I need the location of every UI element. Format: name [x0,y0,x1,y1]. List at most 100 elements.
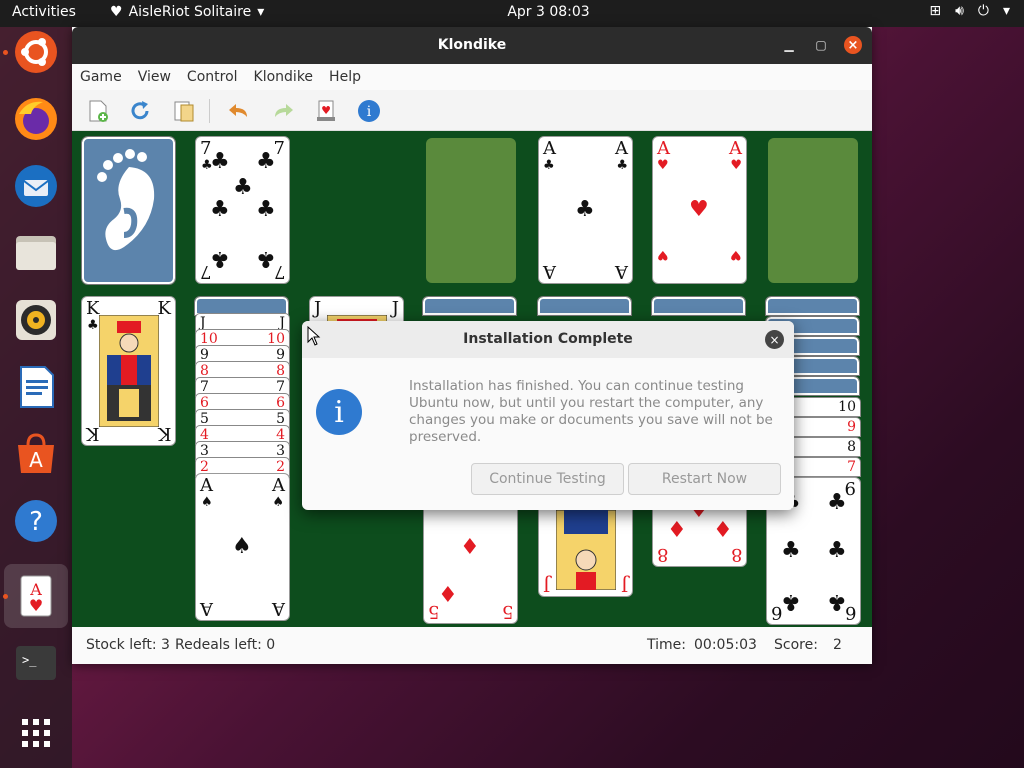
top-bar: Activities ♥ AisleRiot Solitaire ▾ Apr 3… [0,0,1024,27]
card-rank: A [543,138,556,159]
app-store-icon[interactable]: A [11,429,61,479]
card-rank: K [157,298,171,319]
svg-text:♥: ♥ [29,596,43,615]
card-rank: A [272,598,285,619]
king-face-icon [99,315,159,427]
face-down-card [765,296,860,316]
chevron-down-icon: ▾ [1002,3,1010,19]
score-label: Score: [774,637,818,653]
tableau-pile[interactable]: A A ♠ ♠ ♠ A A [195,473,290,621]
dialog-title: Installation Complete [302,321,794,358]
club-icon: ♣ [827,589,847,614]
mouse-cursor-icon [307,326,321,346]
heart-icon: ♥ [730,247,742,262]
redo-icon[interactable] [269,97,297,125]
club-icon: ♣ [233,175,253,200]
spade-icon: ♠ [272,495,284,510]
select-game-icon[interactable] [170,97,198,125]
ubuntu-software-icon[interactable] [11,27,61,77]
show-apps-icon[interactable] [11,708,61,758]
tableau-pile[interactable]: K K ♣ K K [81,296,176,446]
restart-now-button[interactable]: Restart Now [628,463,781,495]
minimize-button[interactable]: ▁ [780,36,798,54]
volume-icon: 🔊︎ [955,3,964,19]
card-rank: K [86,423,100,444]
thunderbird-icon[interactable] [11,161,61,211]
installation-complete-dialog: Installation Complete × i Installation h… [302,321,794,510]
title-bar[interactable]: Klondike ▁ ▢ × [72,27,872,64]
menu-help[interactable]: Help [321,64,369,90]
card-rank: K [157,423,171,444]
spade-icon: ♠ [201,495,213,510]
maximize-button[interactable]: ▢ [812,36,830,54]
svg-text:?: ? [29,507,43,537]
card-rank: 8 [847,439,856,455]
aisleriot-icon[interactable]: A ♥ [11,571,61,621]
card-rank: 8 [657,544,669,565]
power-icon: ⏻ [977,3,989,19]
card-rank: A [200,598,213,619]
running-indicator [3,594,8,599]
info-icon[interactable]: i [355,97,383,125]
clock[interactable]: Apr 3 08:03 [0,4,1024,20]
hint-icon[interactable]: ♥ [312,97,340,125]
club-icon: ♣ [827,538,847,563]
club-icon: ♣ [781,538,801,563]
card-rank: A [615,138,628,159]
info-icon: i [316,389,362,435]
diamond-icon: ♦ [667,518,687,543]
terminal-icon[interactable]: >_ [11,638,61,688]
toolbar: ♥ i [72,90,872,131]
foundation-pile[interactable]: A A ♥ ♥ ♥ ♥ ♥ [652,136,747,284]
writer-icon[interactable] [11,362,61,412]
card-rank: A [729,138,742,159]
card-rank: A [543,261,556,282]
card-rank: 5 [501,601,513,622]
heart-icon: ♥ [657,158,669,173]
svg-text:♥: ♥ [321,104,331,117]
card-rank: 5 [428,601,440,622]
menu-view[interactable]: View [130,64,179,90]
continue-testing-button[interactable]: Continue Testing [471,463,624,495]
card-rank: A [272,475,285,496]
foundation-pile[interactable]: A A ♣ ♣ ♣ A A [538,136,633,284]
toolbar-separator [209,99,210,123]
stock-left-label: Stock left: 3 [86,637,170,653]
heart-icon: ♥ [689,197,709,222]
window-title: Klondike [437,37,507,53]
foundation-slot[interactable] [426,138,516,283]
card-rank: J [543,574,551,595]
help-icon[interactable]: ? [11,496,61,546]
menu-game[interactable]: Game [72,64,130,90]
spade-icon: ♠ [232,534,252,559]
card-rank: 7 [200,261,212,282]
card-rank: J [620,574,628,595]
card-rank: J [314,298,322,319]
menu-klondike[interactable]: Klondike [246,64,322,90]
firefox-icon[interactable] [11,94,61,144]
time-label: Time: [647,637,686,653]
svg-text:A: A [29,448,43,472]
svg-text:i: i [367,104,372,120]
card-rank: 6 [771,602,783,623]
jack-face-icon [556,510,616,590]
face-down-card [651,296,746,316]
rhythmbox-icon[interactable] [11,295,61,345]
card-rank: K [86,298,100,319]
restart-icon[interactable] [126,97,154,125]
menu-control[interactable]: Control [179,64,246,90]
waste-pile[interactable]: 7 ♣ 7 ♣ ♣ ♣ ♣ ♣ ♣ ♣ 7 7 [195,136,290,284]
card-rank: 7 [847,459,856,475]
close-icon[interactable]: × [765,330,784,349]
card-rank: A [615,261,628,282]
system-tray[interactable]: ⊞ 🔊︎ ⏻ ▾ [929,3,1010,19]
files-icon[interactable] [11,228,61,278]
face-down-card [537,296,632,316]
heart-icon: ♥ [730,158,742,173]
new-game-icon[interactable] [84,97,112,125]
undo-icon[interactable] [225,97,253,125]
stock-pile[interactable] [81,136,176,285]
card-rank: 8 [730,544,742,565]
foundation-slot[interactable] [768,138,858,283]
close-button[interactable]: × [844,36,862,54]
